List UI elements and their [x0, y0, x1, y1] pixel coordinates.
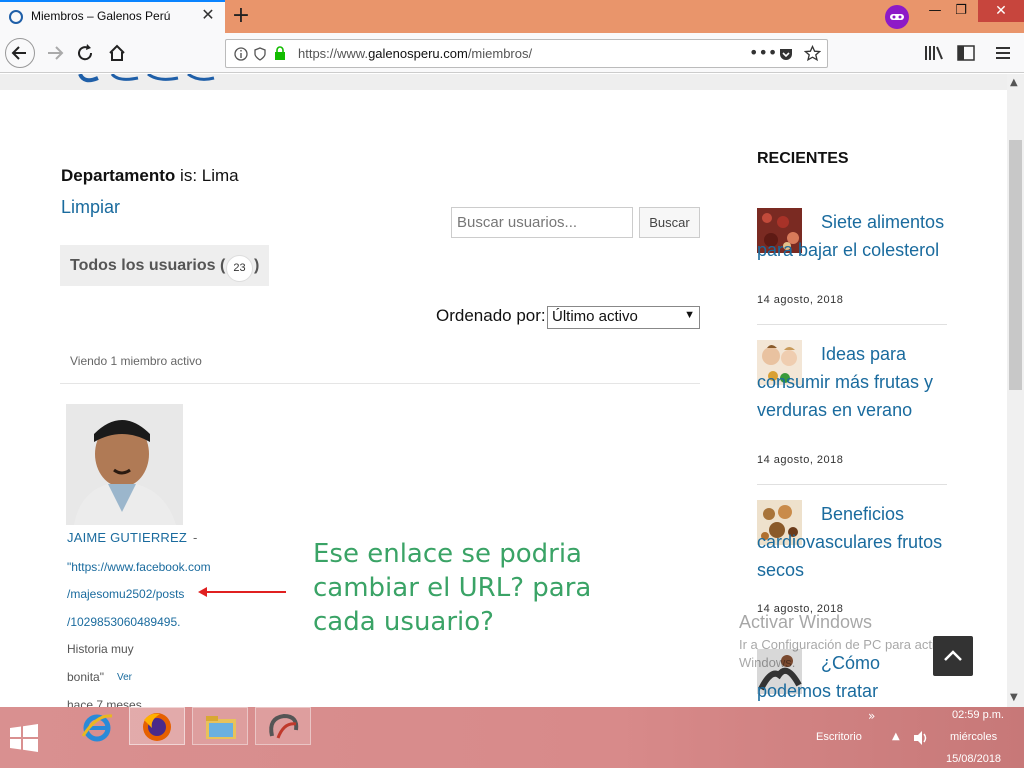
app-swirl-icon [269, 713, 299, 739]
page-actions-icon[interactable]: ••• [749, 43, 777, 62]
member-bio-link[interactable]: /majesomu2502/posts [67, 587, 184, 601]
url-bar[interactable]: https://www.galenosperu.com/miembros/ ••… [225, 39, 828, 68]
divider [60, 383, 700, 384]
start-button[interactable] [8, 722, 40, 754]
restore-window-icon[interactable]: ❐ [946, 0, 976, 22]
reload-button[interactable] [70, 38, 100, 68]
tray-up-arrow-icon[interactable]: ▲ [892, 731, 900, 742]
tab-title: Miembros – Galenos Perú [31, 9, 171, 23]
library-icon[interactable] [924, 45, 944, 61]
show-more-chevron-icon[interactable]: » [868, 709, 875, 723]
info-icon[interactable] [234, 47, 248, 61]
member-bio-link[interactable]: "https://www.facebook.com [67, 560, 211, 574]
annotation-arrow-icon [198, 587, 286, 597]
close-window-icon[interactable]: ✕ [978, 0, 1024, 22]
forward-button[interactable] [40, 38, 70, 68]
scroll-down-arrow-icon[interactable]: ▼ [1010, 692, 1018, 703]
post-title-link[interactable]: Siete alimentos para bajar el colesterol [757, 208, 947, 264]
internet-explorer-icon[interactable] [80, 710, 114, 744]
chevron-down-icon: ▼ [684, 309, 695, 321]
menu-hamburger-icon[interactable] [996, 46, 1012, 60]
home-button[interactable] [102, 38, 132, 68]
lock-icon[interactable] [274, 46, 286, 61]
chevron-up-icon [944, 650, 962, 661]
private-browsing-icon [885, 5, 909, 29]
shield-icon[interactable] [254, 47, 266, 61]
member-bio-text: bonita" [67, 670, 104, 684]
scroll-up-arrow-icon[interactable]: ▲ [1010, 77, 1018, 88]
member-name-dash: - [193, 530, 198, 545]
clock-date[interactable]: 15/08/2018 [946, 753, 1001, 765]
viewing-count: Viendo 1 miembro activo [70, 354, 202, 368]
activation-watermark: Ir a Configuración de PC para activar [739, 637, 953, 652]
taskbar-firefox-button[interactable] [129, 707, 185, 745]
active-filter: Departamento is: Lima [61, 166, 239, 185]
folder-icon [206, 716, 236, 739]
all-users-close-paren: ) [254, 257, 260, 274]
back-button[interactable] [5, 38, 35, 68]
sidebar-toggle-icon[interactable] [957, 45, 975, 61]
search-button[interactable]: Buscar [639, 207, 700, 238]
member-bio-text: Historia muy [67, 642, 134, 656]
taskbar-explorer-button[interactable] [192, 707, 248, 745]
order-by-select[interactable]: Último activo ▼ [547, 306, 700, 329]
user-count-badge: 23 [226, 255, 253, 282]
clear-filter-link[interactable]: Limpiar [61, 197, 120, 218]
post-date: 14 agosto, 2018 [757, 294, 844, 306]
divider [757, 324, 947, 325]
bookmark-star-icon[interactable] [804, 45, 821, 62]
volume-icon[interactable] [912, 730, 930, 746]
all-users-label: Todos los usuarios ( [70, 257, 226, 274]
post-title-link[interactable]: Ideas para consumir más frutas y verdura… [757, 340, 947, 424]
site-logo[interactable] [78, 74, 218, 84]
taskbar-app-button[interactable] [255, 707, 311, 745]
close-tab-icon[interactable]: ✕ [199, 6, 217, 24]
pocket-icon[interactable] [778, 46, 794, 62]
member-avatar[interactable] [66, 404, 183, 525]
member-name-link[interactable]: JAIME GUTIERREZ [67, 530, 187, 545]
post-title-link[interactable]: Beneficios cardiovasculares frutos secos [757, 500, 947, 584]
clock-time[interactable]: 02:59 p.m. [948, 709, 1004, 721]
search-users-input[interactable]: Buscar usuarios... [451, 207, 633, 238]
clock-day[interactable]: miércoles [950, 731, 997, 743]
scrollbar-thumb[interactable] [1009, 140, 1022, 390]
new-tab-button[interactable]: + [229, 3, 253, 29]
firefox-icon [143, 713, 171, 741]
site-favicon-icon [9, 10, 23, 24]
post-date: 14 agosto, 2018 [757, 454, 844, 466]
activation-watermark: Activar Windows [739, 612, 873, 632]
desktop-toolbar-label[interactable]: Escritorio [816, 731, 862, 743]
read-more-link[interactable]: Ver [117, 672, 132, 683]
recent-posts-heading: RECIENTES [757, 150, 849, 167]
scroll-to-top-button[interactable] [933, 636, 973, 676]
activation-watermark: Windows. [739, 655, 796, 670]
order-by-value: Último activo [552, 308, 638, 325]
order-by-label: Ordenado por: [436, 306, 546, 325]
member-bio-link[interactable]: /1029853060489495. [67, 615, 180, 629]
annotation-note: Ese enlace se podria cambiar el URL? par… [313, 539, 592, 637]
url-text[interactable]: https://www.galenosperu.com/miembros/ [298, 46, 532, 61]
divider [757, 484, 947, 485]
